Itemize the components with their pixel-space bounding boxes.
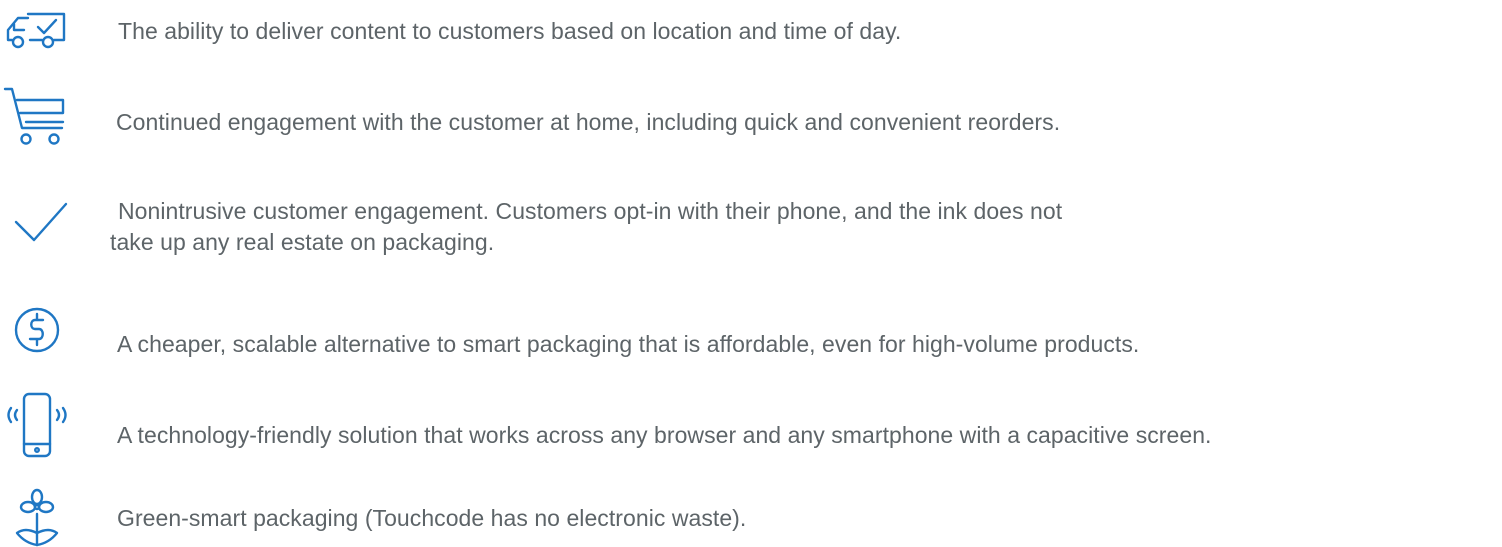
shopping-cart-icon — [2, 86, 74, 148]
list-item-text-line2: take up any real estate on packaging. — [110, 229, 495, 255]
list-item-text: A technology-friendly solution that work… — [117, 422, 1212, 448]
list-item-text: Continued engagement with the customer a… — [116, 109, 1061, 135]
list-item: Nonintrusive customer engagement. Custom… — [0, 190, 1502, 280]
sprout-plant-icon — [13, 487, 85, 547]
checkmark-icon — [10, 200, 82, 248]
dollar-coin-icon — [13, 304, 85, 356]
list-item: A cheaper, scalable alternative to smart… — [0, 300, 1502, 370]
list-item: A technology-friendly solution that work… — [0, 390, 1502, 470]
list-item: Continued engagement with the customer a… — [0, 82, 1502, 152]
vibrating-smartphone-icon — [6, 390, 78, 460]
list-item-text: The ability to deliver content to custom… — [118, 18, 902, 44]
list-item-text: A cheaper, scalable alternative to smart… — [117, 331, 1140, 357]
list-item: Green-smart packaging (Touchcode has no … — [0, 485, 1502, 547]
list-item-text: Green-smart packaging (Touchcode has no … — [117, 505, 747, 531]
list-item-text: Nonintrusive customer engagement. Custom… — [118, 198, 1063, 224]
delivery-truck-check-icon — [4, 6, 76, 50]
list-item: The ability to deliver content to custom… — [0, 0, 1502, 60]
